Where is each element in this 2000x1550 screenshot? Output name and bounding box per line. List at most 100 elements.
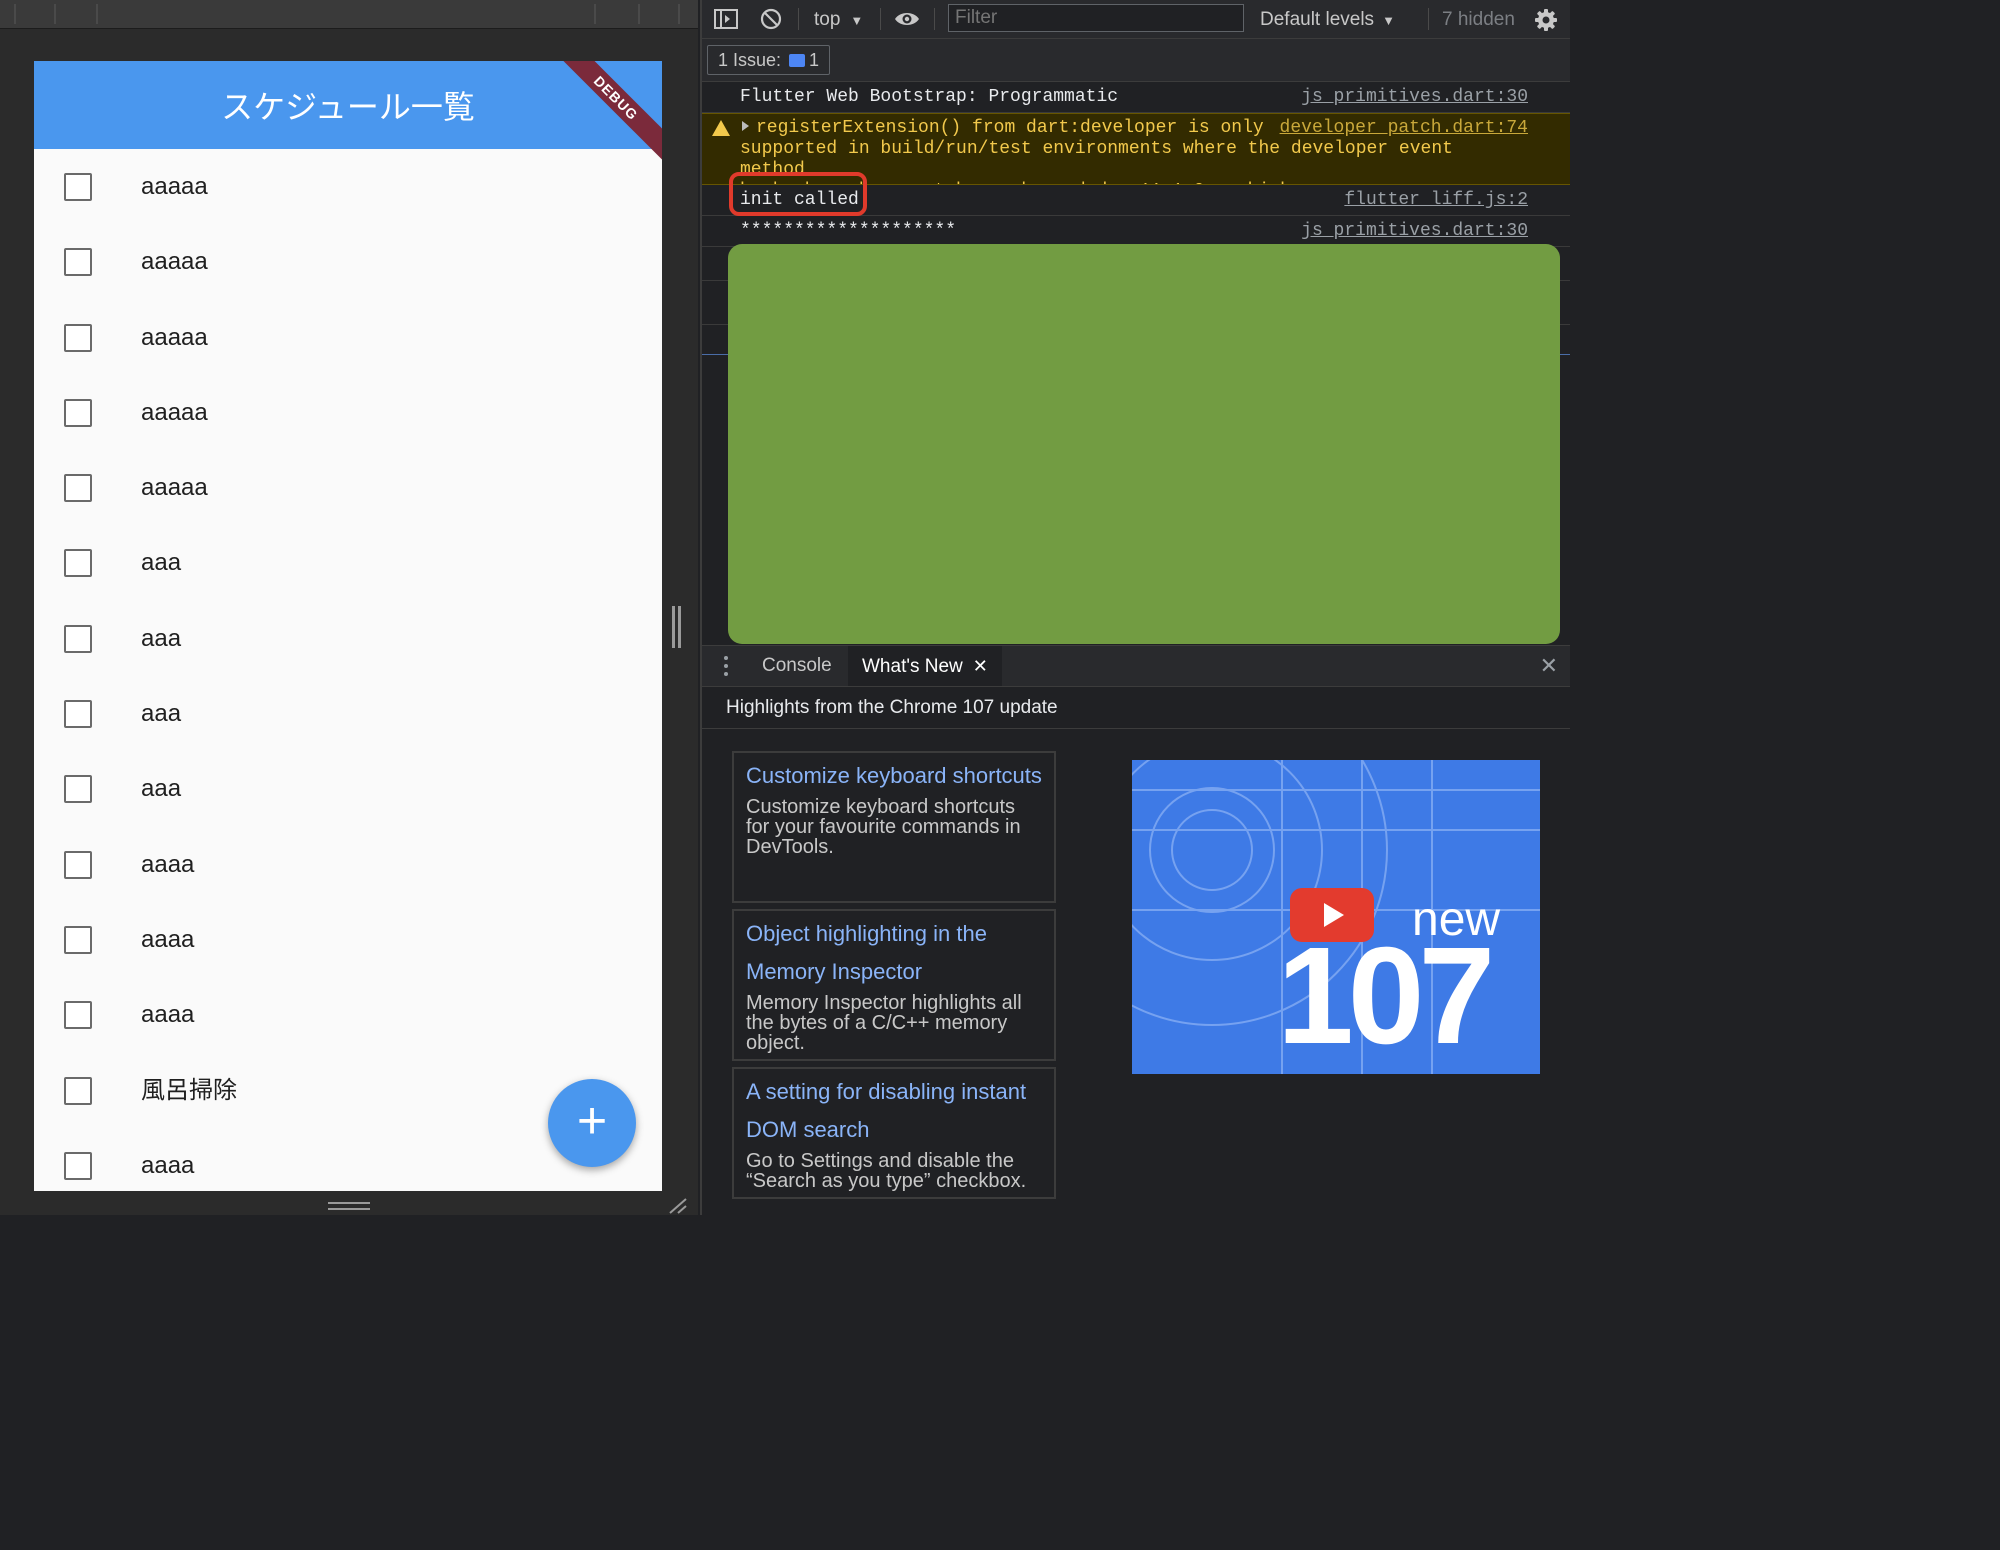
- add-schedule-button[interactable]: +: [548, 1079, 636, 1167]
- eye-icon[interactable]: [894, 9, 920, 29]
- toolbar-segment[interactable]: [100, 4, 596, 24]
- item-label: aaaa: [141, 1001, 195, 1029]
- pane-resize-handle[interactable]: [672, 606, 682, 648]
- source-link[interactable]: js_primitives.dart:30: [1301, 216, 1528, 246]
- list-item[interactable]: aaaa: [34, 902, 662, 977]
- checkbox[interactable]: [64, 474, 92, 503]
- list-item[interactable]: aaa: [34, 751, 662, 826]
- item-label: aaaa: [141, 925, 195, 953]
- list-item[interactable]: aaa: [34, 676, 662, 751]
- device-preview-pane: スケジュール一覧 DEBUG aaaaa aaaaa aaaaa aaaaa a…: [0, 0, 698, 1215]
- close-drawer-icon[interactable]: ✕: [1540, 646, 1558, 686]
- checkbox[interactable]: [64, 1001, 92, 1030]
- checkbox[interactable]: [64, 850, 92, 879]
- checkbox[interactable]: [64, 323, 92, 352]
- card-title[interactable]: A setting for disabling instant DOM sear…: [746, 1073, 1042, 1149]
- item-label: aaa: [141, 775, 182, 803]
- console-toolbar: top ▼ Default levels ▼ 7 hidden: [702, 0, 1570, 39]
- item-label: aaaa: [141, 850, 195, 878]
- issues-label: 1 Issue:: [718, 50, 782, 70]
- toolbar-segment[interactable]: [642, 4, 680, 24]
- issues-count: 1: [809, 50, 820, 70]
- list-item[interactable]: aaa: [34, 525, 662, 600]
- checkbox[interactable]: [64, 775, 92, 804]
- item-label: aaa: [141, 549, 182, 577]
- feature-card[interactable]: Customize keyboard shortcuts Customize k…: [732, 751, 1056, 903]
- clear-console-icon[interactable]: [760, 8, 782, 30]
- redaction-overlay: [728, 244, 1560, 644]
- close-icon[interactable]: ✕: [973, 656, 988, 676]
- toolbar-segment[interactable]: [598, 4, 640, 24]
- message-text: ********************: [740, 221, 957, 241]
- devtools-panel: top ▼ Default levels ▼ 7 hidden 1 Issue: 1: [700, 0, 1570, 1215]
- log-levels-dropdown[interactable]: Default levels ▼: [1260, 0, 1395, 38]
- item-label: aaaaa: [141, 173, 208, 200]
- checkbox[interactable]: [64, 398, 92, 427]
- feature-card[interactable]: A setting for disabling instant DOM sear…: [732, 1067, 1056, 1199]
- console-message: Flutter Web Bootstrap: Programmatic js_p…: [702, 82, 1570, 113]
- message-text: Flutter Web Bootstrap: Programmatic: [740, 87, 1119, 107]
- item-label: aaa: [141, 624, 182, 652]
- list-item[interactable]: aaaaa: [34, 224, 662, 299]
- checkbox[interactable]: [64, 1076, 92, 1105]
- card-description: Go to Settings and disable the “Search a…: [746, 1150, 1027, 1192]
- context-label: top: [814, 9, 841, 30]
- tab-console[interactable]: Console: [748, 646, 846, 686]
- item-label: aaaaa: [141, 323, 208, 351]
- source-link[interactable]: flutter_liff.js:2: [1344, 185, 1528, 215]
- tab-whats-new[interactable]: What's New ✕: [848, 646, 1002, 686]
- list-item[interactable]: aaaaa: [34, 149, 662, 224]
- list-item[interactable]: aaaaa: [34, 450, 662, 525]
- chevron-down-icon: ▼: [1382, 13, 1395, 28]
- card-description: Memory Inspector highlights all the byte…: [746, 992, 1022, 1054]
- list-item[interactable]: aaaa: [34, 977, 662, 1052]
- item-label: aaaaa: [141, 248, 208, 276]
- video-version-number: 107: [1277, 919, 1495, 1073]
- source-link[interactable]: developer_patch.dart:74: [1279, 118, 1528, 139]
- console-log: Flutter Web Bootstrap: Programmatic js_p…: [702, 82, 1570, 247]
- checkbox[interactable]: [64, 549, 92, 578]
- console-message: ******************** js_primitives.dart:…: [702, 216, 1570, 247]
- toolbar-segment[interactable]: [0, 4, 16, 24]
- device-toolbar: [0, 0, 698, 29]
- app-bar: スケジュール一覧 DEBUG: [34, 61, 662, 163]
- feature-card[interactable]: Object highlighting in the Memory Inspec…: [732, 909, 1056, 1061]
- issues-button[interactable]: 1 Issue: 1: [707, 45, 831, 75]
- toolbar-segment[interactable]: [18, 4, 56, 24]
- list-item[interactable]: aaaaa: [34, 375, 662, 450]
- dock-side-icon[interactable]: [714, 9, 738, 29]
- list-item[interactable]: aaaaa: [34, 300, 662, 375]
- resize-grip-icon[interactable]: [666, 1196, 688, 1214]
- video-thumbnail[interactable]: new 107: [1132, 760, 1540, 1074]
- checkbox[interactable]: [64, 1151, 92, 1180]
- issues-bar: 1 Issue: 1: [702, 39, 1570, 82]
- toolbar-segment[interactable]: [58, 4, 98, 24]
- context-selector[interactable]: top ▼: [814, 0, 863, 38]
- item-label: 風呂掃除: [141, 1076, 237, 1104]
- issue-flag-icon: [789, 54, 806, 67]
- card-title[interactable]: Customize keyboard shortcuts: [746, 757, 1042, 795]
- card-description: Customize keyboard shortcuts for your fa…: [746, 796, 1021, 858]
- list-item[interactable]: aaa: [34, 601, 662, 676]
- bottom-resize-handle[interactable]: [328, 1202, 370, 1212]
- item-label: aaaaa: [141, 474, 208, 502]
- tab-label: What's New: [862, 656, 963, 677]
- hidden-count: 7 hidden: [1442, 9, 1515, 30]
- list-item[interactable]: aaaa: [34, 827, 662, 902]
- checkbox[interactable]: [64, 624, 92, 653]
- gear-icon[interactable]: [1534, 8, 1558, 32]
- checkbox[interactable]: [64, 248, 92, 277]
- checkbox[interactable]: [64, 173, 92, 201]
- kebab-menu-icon[interactable]: [724, 656, 728, 676]
- add-icon: +: [576, 1092, 608, 1150]
- filter-input[interactable]: [948, 4, 1244, 32]
- checkbox[interactable]: [64, 700, 92, 729]
- card-title[interactable]: Object highlighting in the Memory Inspec…: [746, 915, 1042, 991]
- app-screen: スケジュール一覧 DEBUG aaaaa aaaaa aaaaa aaaaa a…: [34, 61, 662, 1191]
- chevron-down-icon: ▼: [850, 13, 864, 28]
- log-levels-label: Default levels: [1260, 9, 1375, 30]
- schedule-list: aaaaa aaaaa aaaaa aaaaa aaaaa aaa aaa aa…: [34, 149, 662, 1191]
- source-link[interactable]: js_primitives.dart:30: [1301, 82, 1528, 112]
- annotation-highlight: [729, 172, 867, 216]
- checkbox[interactable]: [64, 925, 92, 954]
